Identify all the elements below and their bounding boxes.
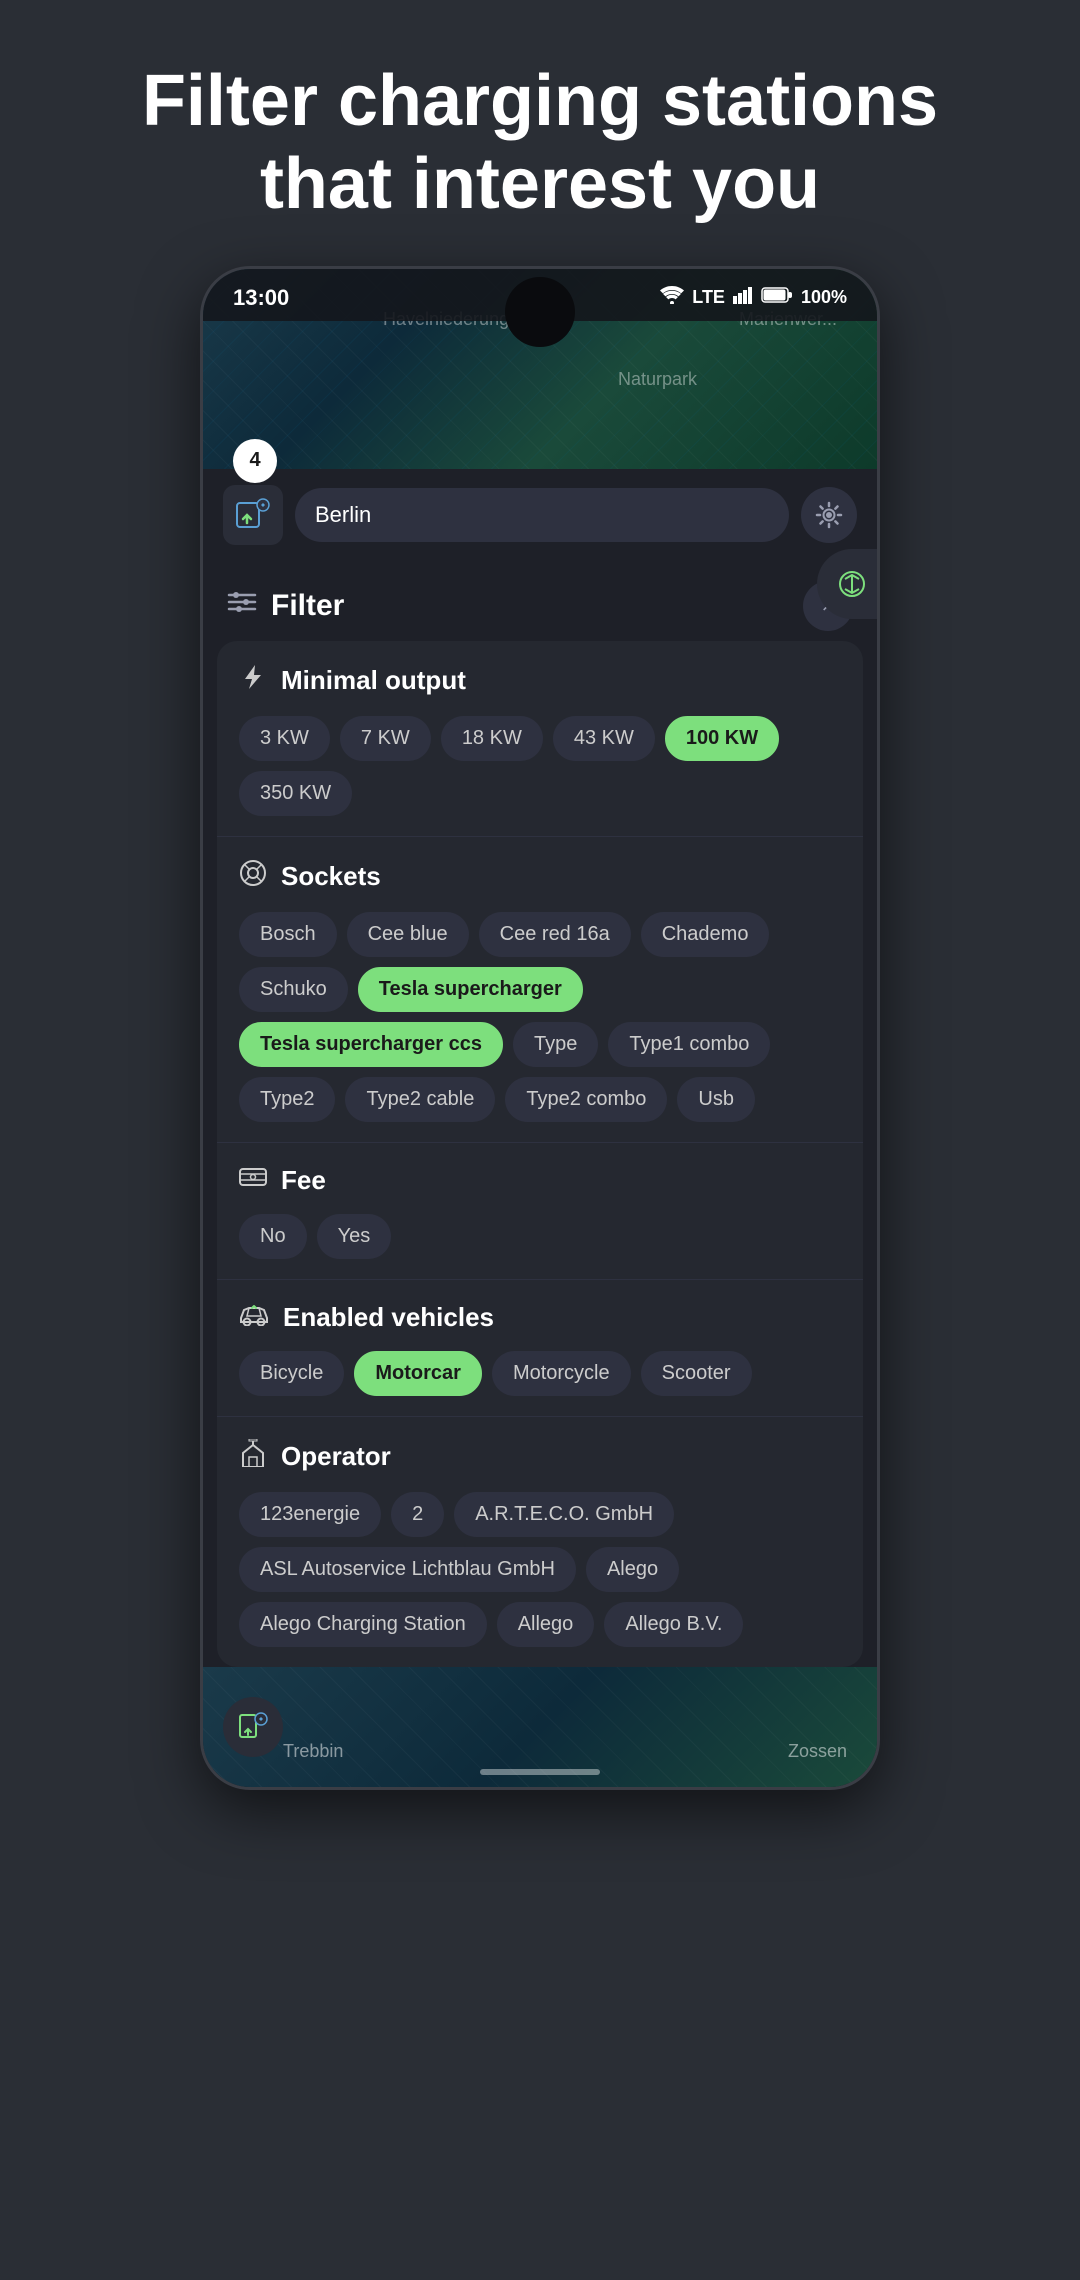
filter-title: Filter — [271, 589, 344, 623]
section-operator: Operator 123energie2A.R.T.E.C.O. GmbH ASL… — [217, 1417, 863, 1667]
fee-icon — [239, 1165, 267, 1196]
tag-type2[interactable]: Type2 — [239, 1077, 335, 1122]
status-time: 13:00 — [233, 285, 289, 311]
settings-button[interactable] — [801, 487, 857, 543]
tag-alego[interactable]: Alego — [586, 1547, 679, 1592]
operator-icon — [239, 1439, 267, 1474]
tag-scooter[interactable]: Scooter — [641, 1351, 752, 1396]
tag-allego[interactable]: Allego — [497, 1602, 595, 1647]
tag-type2-cable[interactable]: Type2 cable — [345, 1077, 495, 1122]
tag-bicycle[interactable]: Bicycle — [239, 1351, 344, 1396]
tag-alego-charging-station[interactable]: Alego Charging Station — [239, 1602, 487, 1647]
tag-asl-autoservice-lichtblau-gmbh[interactable]: ASL Autoservice Lichtblau GmbH — [239, 1547, 576, 1592]
section-title-vehicles: Enabled vehicles — [283, 1302, 494, 1333]
tag-cee-red-16a[interactable]: Cee red 16a — [479, 912, 631, 957]
vehicles-tags: BicycleMotorcarMotorcycleScooter — [239, 1351, 841, 1396]
scroll-bar — [480, 1769, 600, 1775]
charging-station-icon — [223, 1697, 283, 1757]
section-title-minimal-output: Minimal output — [281, 665, 466, 696]
tag-chademo[interactable]: Chademo — [641, 912, 770, 957]
app-logo — [223, 485, 283, 545]
lte-label: LTE — [692, 287, 725, 308]
map-label-naturpark: Naturpark — [618, 369, 697, 390]
tag-schuko[interactable]: Schuko — [239, 967, 348, 1012]
tag-usb[interactable]: Usb — [677, 1077, 755, 1122]
phone-frame: 13:00 LTE — [200, 266, 880, 1790]
tag-100-kw[interactable]: 100 KW — [665, 716, 779, 761]
tag-type2-combo[interactable]: Type2 combo — [505, 1077, 667, 1122]
signal-icon — [733, 286, 753, 309]
status-icons: LTE 100% — [660, 286, 847, 309]
tag-18-kw[interactable]: 18 KW — [441, 716, 543, 761]
minimal-output-tags: 3 KW7 KW18 KW43 KW100 KW 350 KW — [239, 716, 841, 816]
page-title: Filter charging stations that interest y… — [82, 0, 998, 266]
vehicles-icon — [239, 1302, 269, 1333]
tag-2[interactable]: 2 — [391, 1492, 444, 1537]
bottom-map: Trebbin Zossen — [203, 1667, 877, 1787]
map-badge: 4 — [233, 439, 277, 483]
filter-title-group: Filter — [227, 588, 344, 623]
tag-yes[interactable]: Yes — [317, 1214, 392, 1259]
filter-content: Minimal output 3 KW7 KW18 KW43 KW100 KW3… — [217, 641, 863, 1667]
section-enabled-vehicles: Enabled vehicles BicycleMotorcarMotorcyc… — [217, 1280, 863, 1417]
tag-cee-blue[interactable]: Cee blue — [347, 912, 469, 957]
tag-motorcycle[interactable]: Motorcycle — [492, 1351, 631, 1396]
section-minimal-output: Minimal output 3 KW7 KW18 KW43 KW100 KW3… — [217, 641, 863, 837]
filter-panel: Filter × Minimal output 3 KW7 KW18 KW43 … — [203, 561, 877, 1667]
section-title-fee: Fee — [281, 1165, 326, 1196]
tag-motorcar[interactable]: Motorcar — [354, 1351, 482, 1396]
section-fee: Fee NoYes — [217, 1143, 863, 1280]
sockets-tags: BoschCee blueCee red 16aChademoSchukoTes… — [239, 912, 841, 1122]
minimal-output-icon — [239, 663, 267, 698]
fee-tags: NoYes — [239, 1214, 841, 1259]
section-sockets: Sockets BoschCee blueCee red 16aChademo S… — [217, 837, 863, 1143]
bottom-city-left: Trebbin — [283, 1741, 343, 1762]
map-background: 13:00 LTE — [203, 269, 877, 469]
bottom-city-right: Zossen — [788, 1741, 847, 1762]
tag-350-kw[interactable]: 350 KW — [239, 771, 352, 816]
tag-bosch[interactable]: Bosch — [239, 912, 337, 957]
search-input[interactable] — [295, 488, 789, 542]
tag-type[interactable]: Type — [513, 1022, 598, 1067]
battery-icon — [761, 286, 793, 309]
map-right-icon[interactable] — [817, 549, 880, 619]
tag-no[interactable]: No — [239, 1214, 307, 1259]
tag-tesla-supercharger[interactable]: Tesla supercharger — [358, 967, 583, 1012]
battery-label: 100% — [801, 287, 847, 308]
filter-icon — [227, 588, 257, 623]
search-area — [203, 469, 877, 561]
tag-a.r.t.e.c.o.-gmbh[interactable]: A.R.T.E.C.O. GmbH — [454, 1492, 674, 1537]
tag-type1-combo[interactable]: Type1 combo — [608, 1022, 770, 1067]
tag-43-kw[interactable]: 43 KW — [553, 716, 655, 761]
operator-tags: 123energie2A.R.T.E.C.O. GmbH ASL Autoserv… — [239, 1492, 841, 1647]
camera-notch — [505, 277, 575, 347]
wifi-icon — [660, 286, 684, 309]
section-title-operator: Operator — [281, 1441, 391, 1472]
tag-3-kw[interactable]: 3 KW — [239, 716, 330, 761]
sockets-icon — [239, 859, 267, 894]
tag-allego-b.v.[interactable]: Allego B.V. — [604, 1602, 743, 1647]
tag-7-kw[interactable]: 7 KW — [340, 716, 431, 761]
tag-tesla-supercharger-ccs[interactable]: Tesla supercharger ccs — [239, 1022, 503, 1067]
section-title-sockets: Sockets — [281, 861, 381, 892]
filter-header: Filter × — [203, 561, 877, 641]
tag-123energie[interactable]: 123energie — [239, 1492, 381, 1537]
